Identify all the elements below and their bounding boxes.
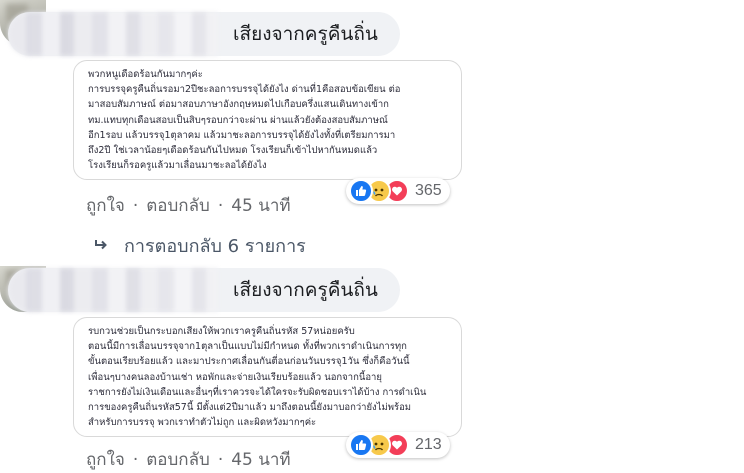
reply-arrow-icon	[94, 235, 108, 256]
reaction-count: 365	[415, 182, 442, 199]
reaction-summary[interactable]: 365	[346, 178, 450, 204]
view-replies-link[interactable]: การตอบกลับ 6 รายการ	[94, 231, 306, 260]
like-icon	[349, 179, 373, 203]
comment-author-bubble: เสียงจากครูคืนถิ่น	[8, 268, 400, 312]
author-name[interactable]: เสียงจากครูคืนถิ่น	[233, 22, 378, 46]
like-icon	[349, 433, 373, 457]
comment-photo[interactable]: พวกหนูเดือดร้อนกันมากๆค่ะ การบรรจุครูคืน…	[73, 60, 462, 180]
separator-dot: ·	[217, 449, 224, 470]
separator-dot: ·	[132, 449, 139, 470]
like-button[interactable]: ถูกใจ	[86, 192, 125, 219]
reply-button[interactable]: ตอบกลับ	[146, 192, 210, 219]
replies-count-label[interactable]: การตอบกลับ 6 รายการ	[124, 231, 306, 260]
author-name[interactable]: เสียงจากครูคืนถิ่น	[233, 278, 378, 302]
separator-dot: ·	[217, 195, 224, 216]
blurred-user-name	[8, 268, 218, 312]
reaction-summary[interactable]: 213	[346, 432, 450, 458]
reaction-count: 213	[415, 436, 442, 453]
photo-text: พวกหนูเดือดร้อนกันมากๆค่ะ การบรรจุครูคืน…	[88, 69, 401, 172]
photo-text: รบกวนช่วยเป็นกระบอกเสียงให้พวกเราครูคืนถ…	[88, 326, 427, 429]
comment-author-bubble: เสียงจากครูคืนถิ่น	[8, 12, 400, 56]
comment-actions: ถูกใจ · ตอบกลับ · 45 นาที	[86, 192, 291, 219]
timestamp[interactable]: 45 นาที	[231, 192, 290, 219]
comment-photo[interactable]: รบกวนช่วยเป็นกระบอกเสียงให้พวกเราครูคืนถ…	[73, 317, 462, 437]
separator-dot: ·	[132, 195, 139, 216]
blurred-user-name	[8, 12, 218, 56]
